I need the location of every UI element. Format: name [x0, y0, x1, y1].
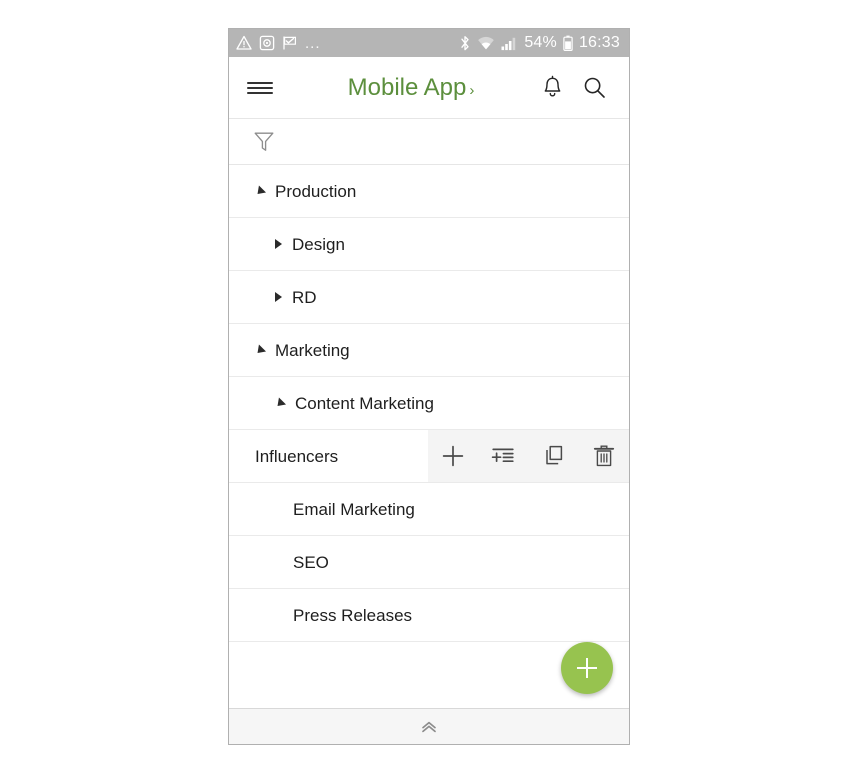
triangle-collapsed-icon[interactable] — [275, 292, 282, 302]
tree-row-label: SEO — [293, 552, 329, 572]
plus-icon-vertical — [586, 658, 588, 678]
triangle-expanded-icon[interactable] — [253, 184, 267, 198]
tree-row-influencers[interactable]: Influencers — [229, 430, 629, 483]
tree-row-email-marketing[interactable]: Email Marketing — [229, 483, 629, 536]
triangle-expanded-icon[interactable] — [253, 343, 267, 357]
battery-icon — [563, 35, 573, 51]
swipe-action-bar — [428, 430, 629, 482]
bottom-expand-bar[interactable] — [229, 708, 629, 744]
add-action-button[interactable] — [428, 430, 478, 482]
chevron-right-icon: › — [469, 81, 475, 99]
chevron-double-up-icon — [422, 721, 436, 732]
delete-action-button[interactable] — [579, 430, 629, 482]
tree-row-content-marketing[interactable]: Content Marketing — [229, 377, 629, 430]
tree-row-press-releases[interactable]: Press Releases — [229, 589, 629, 642]
signal-icon — [501, 37, 516, 50]
swiped-row-content[interactable]: Influencers — [229, 430, 429, 482]
search-icon[interactable] — [573, 67, 615, 109]
tree-row-label: RD — [292, 287, 317, 307]
triangle-collapsed-icon[interactable] — [275, 239, 282, 249]
tree-row-label: Influencers — [255, 446, 339, 466]
tree-row-design[interactable]: Design — [229, 218, 629, 271]
triangle-expanded-icon[interactable] — [273, 396, 287, 410]
tree-row-label: Email Marketing — [293, 499, 415, 519]
tree-list: Production Design RD Marketing Content M… — [229, 165, 629, 708]
page-title-text: Mobile App — [347, 73, 467, 101]
warning-triangle-icon — [236, 35, 252, 50]
tree-row-label: Marketing — [275, 340, 350, 360]
tree-row-marketing[interactable]: Marketing — [229, 324, 629, 377]
add-to-list-icon — [492, 448, 515, 463]
app-bar-actions — [531, 67, 629, 109]
tree-row-label: Design — [292, 234, 345, 254]
tree-row-label: Content Marketing — [295, 393, 434, 413]
tree-row-production[interactable]: Production — [229, 165, 629, 218]
hamburger-menu-icon[interactable] — [229, 79, 291, 97]
battery-percent: 54% — [524, 34, 557, 51]
wifi-icon — [478, 36, 495, 49]
copy-icon — [545, 445, 562, 465]
camera-icon — [259, 35, 275, 51]
page-title[interactable]: Mobile App › — [291, 73, 531, 101]
add-floating-action-button[interactable] — [561, 642, 613, 694]
tree-row-label: Press Releases — [293, 605, 413, 625]
phone-frame: ... 54% 16:33 Mobile App › Production De… — [228, 28, 630, 745]
funnel-filter-icon[interactable] — [247, 125, 281, 159]
tree-row-seo[interactable]: SEO — [229, 536, 629, 589]
bluetooth-icon — [461, 35, 470, 50]
duplicate-action-button[interactable] — [529, 430, 579, 482]
status-overflow-dots: ... — [305, 34, 321, 52]
tree-row-rd[interactable]: RD — [229, 271, 629, 324]
tree-row-label: Production — [275, 181, 357, 201]
plus-icon — [442, 445, 464, 467]
status-bar: ... 54% 16:33 — [229, 29, 629, 57]
status-bar-right: 54% 16:33 — [453, 35, 620, 52]
status-bar-left: ... — [236, 35, 328, 51]
app-bar: Mobile App › — [229, 57, 629, 119]
trash-icon — [593, 445, 614, 467]
add-to-list-action-button[interactable] — [478, 430, 528, 482]
bell-icon[interactable] — [531, 67, 573, 109]
filter-bar — [229, 119, 629, 165]
flag-check-icon — [283, 36, 296, 50]
screenshot-canvas: ... 54% 16:33 Mobile App › Production De… — [0, 0, 858, 783]
clock: 16:33 — [578, 34, 620, 51]
